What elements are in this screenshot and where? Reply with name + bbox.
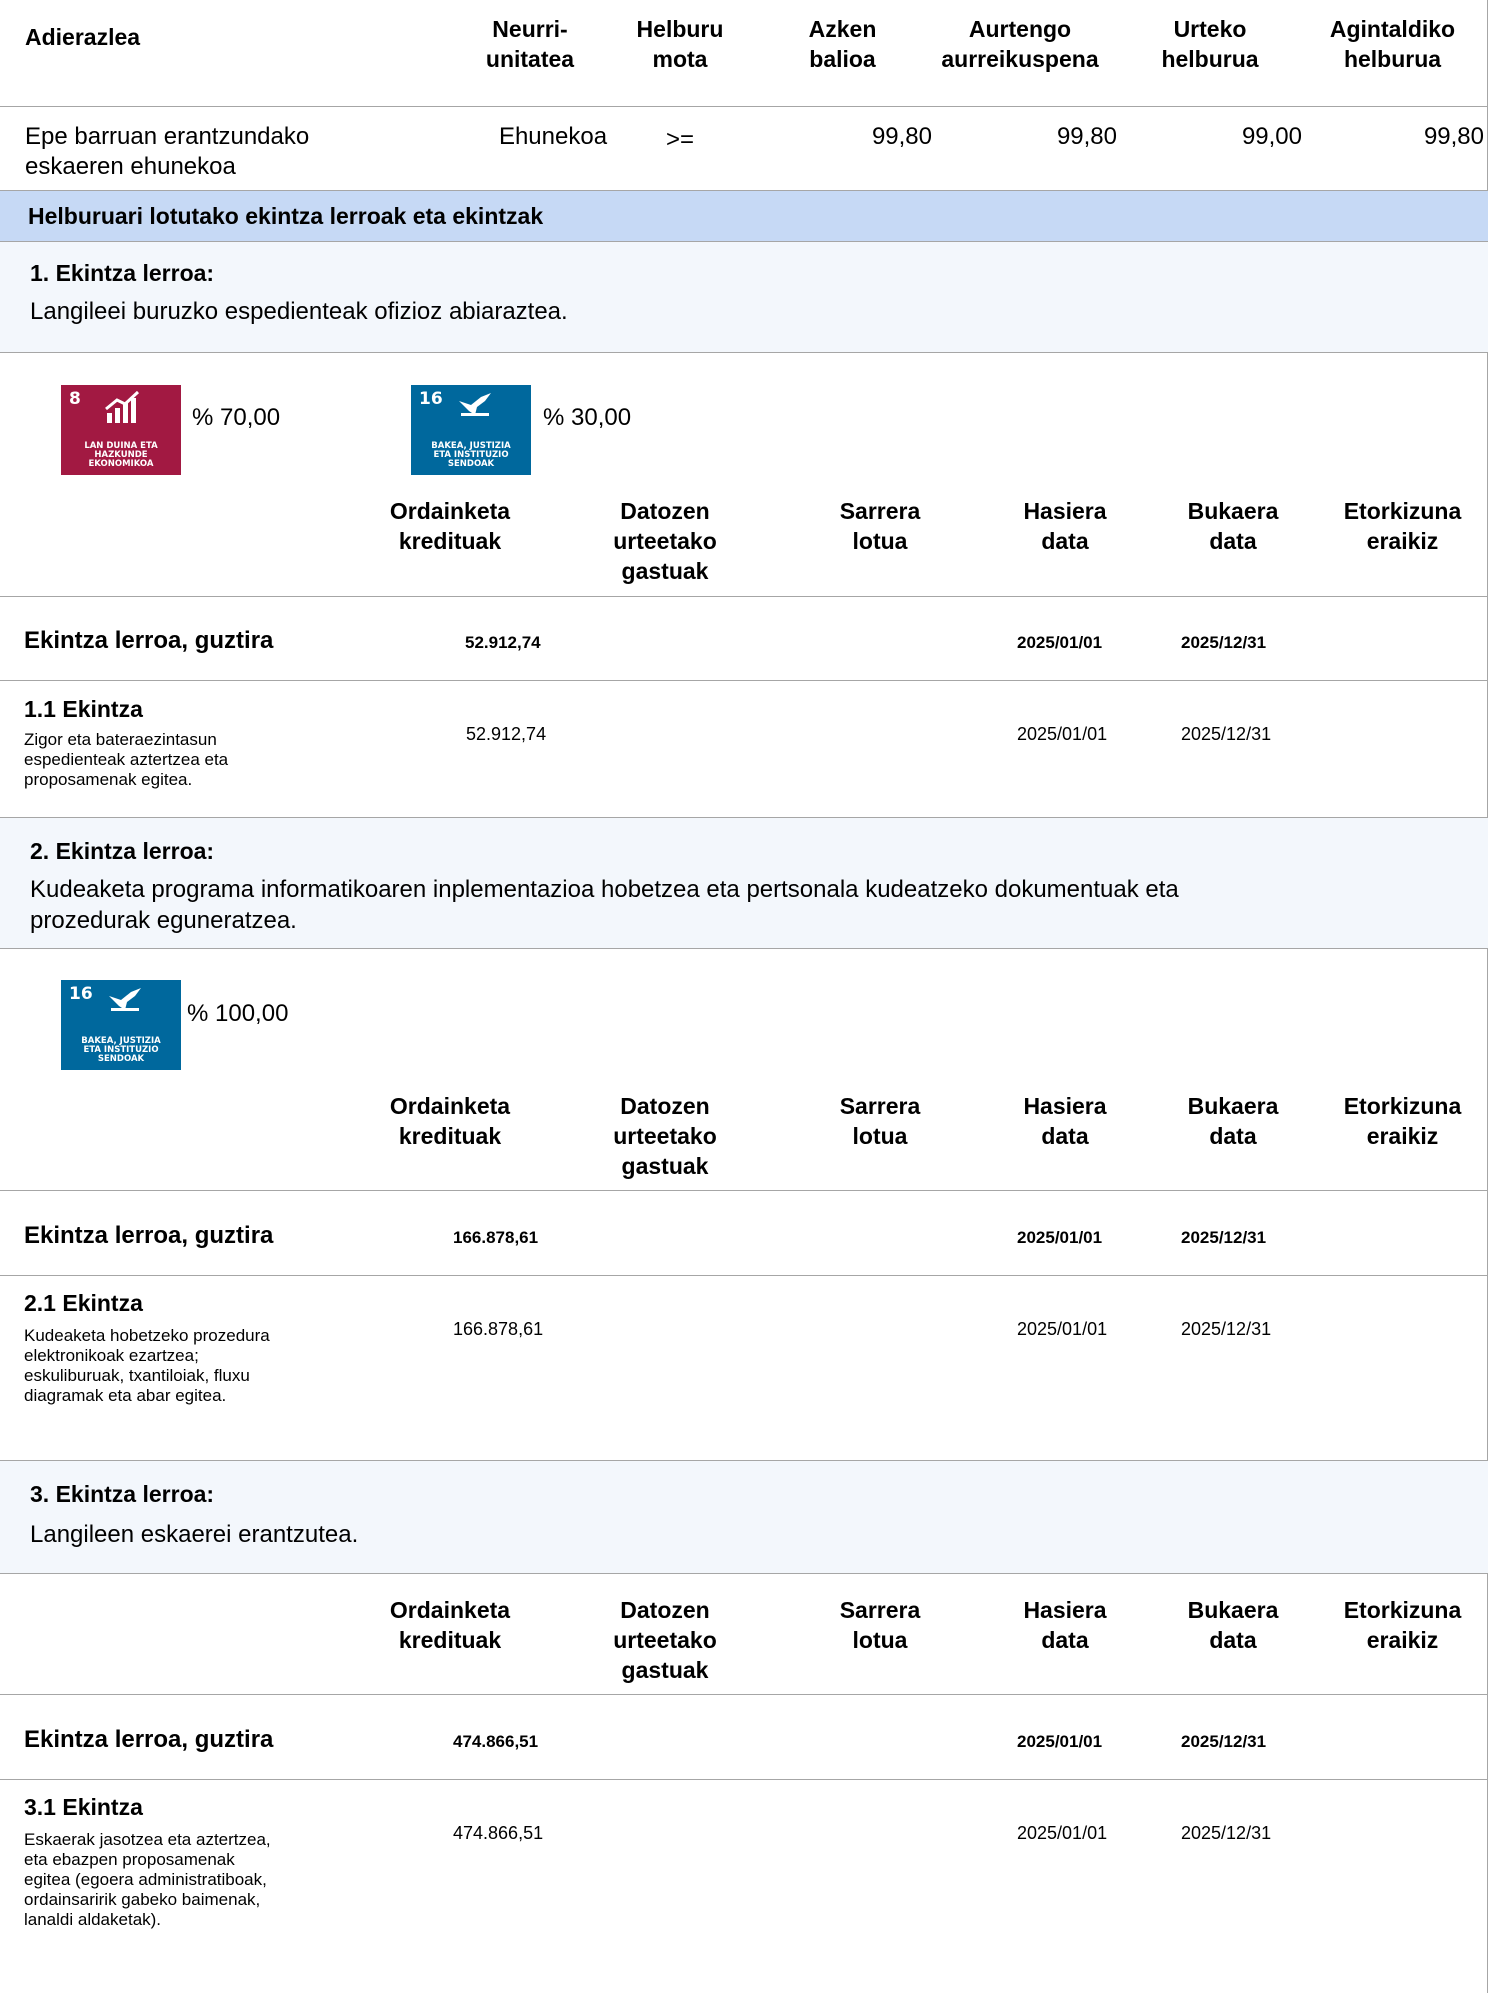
col-income-header: Sarrera lotua [839,498,921,554]
action-line-1-desc: Langileei buruzko espedienteak ofizioz a… [30,298,568,325]
line-total-label: Ekintza lerroa, guztira [24,1222,274,1249]
divider [0,680,1488,681]
col-last-header: Azken balioa [808,16,877,72]
col-start-header: Hasiera data [1023,498,1107,554]
sdg-goal-8-percentage: % 70,00 [192,404,281,431]
action-desc: Zigor eta bateraezintasun espedienteak az… [24,730,229,789]
action-end: 2025/12/31 [1181,724,1272,744]
col-term-header: Agintaldiko helburua [1329,16,1456,72]
line-total-label: Ekintza lerroa, guztira [24,627,274,654]
col-type-header: Helburu mota [636,16,724,72]
col-start-header: Hasiera data [1023,1093,1107,1149]
col-future-expenses-header: Datozen urteetako gastuak [613,1093,717,1179]
indicator-annual-target: 99,00 [1241,123,1302,150]
line-total-label: Ekintza lerroa, guztira [24,1726,274,1753]
action-desc: Kudeaketa hobetzeko prozedura elektroniko… [24,1326,270,1405]
col-credits-header: Ordainketa kredituak [389,498,511,554]
indicator-forecast: 99,80 [1056,123,1117,150]
action-title: 1.1 Ekintza [24,696,143,722]
col-future-build-header: Etorkizuna eraikiz [1343,498,1462,554]
line-total-credits: 166.878,61 [453,1228,539,1247]
action-title: 2.1 Ekintza [24,1290,143,1316]
action-start: 2025/01/01 [1017,1319,1108,1339]
action-line-2-desc: Kudeaketa programa informatikoaren inple… [30,876,1179,934]
action-line-2-header: 2. Ekintza lerroa: Kudeaketa programa in… [0,817,1488,949]
col-future-build-header: Etorkizuna eraikiz [1343,1093,1462,1149]
indicator-type: >= [665,126,695,153]
action-line-2-title: 2. Ekintza lerroa: [30,838,215,864]
divider [0,1779,1488,1780]
col-credits-header: Ordainketa kredituak [389,1597,511,1653]
line-total-start: 2025/01/01 [1017,1732,1103,1751]
indicator-name: Epe barruan erantzundako eskaeren ehuneko… [25,123,310,180]
col-future-expenses-header: Datozen urteetako gastuak [613,498,717,584]
line-total-end: 2025/12/31 [1181,633,1267,652]
divider [0,1275,1488,1276]
col-end-header: Bukaera data [1187,498,1279,554]
sdg-goal-16-percentage: % 100,00 [187,1000,289,1027]
action-line-3-desc: Langileen eskaerei erantzutea. [30,1521,359,1548]
action-line-3-title: 3. Ekintza lerroa: [30,1481,215,1507]
action-start: 2025/01/01 [1017,1823,1108,1843]
col-end-header: Bukaera data [1187,1597,1279,1653]
col-future-expenses-header: Datozen urteetako gastuak [613,1597,717,1683]
col-forecast-header: Aurtengo aurreikuspena [941,16,1099,72]
action-credits: 474.866,51 [453,1823,544,1843]
action-line-1-title: 1. Ekintza lerroa: [30,260,215,286]
line-total-end: 2025/12/31 [1181,1228,1267,1247]
action-end: 2025/12/31 [1181,1823,1272,1843]
line-total-credits: 52.912,74 [465,633,541,652]
action-desc: Eskaerak jasotzea eta aztertzea, eta ebaz… [24,1830,271,1929]
indicator-last-value: 99,80 [871,123,932,150]
divider [0,1190,1488,1191]
action-end: 2025/12/31 [1181,1319,1272,1339]
col-future-build-header: Etorkizuna eraikiz [1343,1597,1462,1653]
section-title: Helburuari lotutako ekintza lerroak eta … [28,203,544,229]
col-annual-header: Urteko helburua [1161,16,1259,72]
col-income-header: Sarrera lotua [839,1597,921,1653]
sdg-goal-16-icon: 16 BAKEA, JUSTIZIA ETA INSTITUZIO SENDOAK [61,980,181,1070]
action-credits: 166.878,61 [453,1319,544,1339]
sdg-goal-8-icon: 8 LAN DUINA ETA HAZKUNDE EKONOMIKOA [61,385,181,475]
action-credits: 52.912,74 [466,724,547,744]
divider [0,106,1488,107]
col-income-header: Sarrera lotua [839,1093,921,1149]
section-title-bar: Helburuari lotutako ekintza lerroak eta … [0,190,1488,242]
indicator-term-target: 99,80 [1423,123,1484,150]
sdg-goal-16-percentage: % 30,00 [543,404,632,431]
action-title: 3.1 Ekintza [24,1794,143,1820]
col-start-header: Hasiera data [1023,1597,1107,1653]
line-total-start: 2025/01/01 [1017,1228,1103,1247]
action-start: 2025/01/01 [1017,724,1108,744]
col-end-header: Bukaera data [1187,1093,1279,1149]
line-total-start: 2025/01/01 [1017,633,1103,652]
sdg-goal-16-icon: 16 BAKEA, JUSTIZIA ETA INSTITUZIO SENDOAK [411,385,531,475]
col-unit-header: Neurri-unitatea [485,16,575,72]
divider [0,1694,1488,1695]
divider [0,596,1488,597]
line-total-credits: 474.866,51 [453,1732,539,1751]
action-line-3-header: 3. Ekintza lerroa: Langileen eskaerei er… [0,1460,1488,1574]
action-line-1-header: 1. Ekintza lerroa: Langileei buruzko esp… [0,242,1488,353]
col-credits-header: Ordainketa kredituak [389,1093,511,1149]
col-indicator-header: Adierazlea [25,24,141,50]
line-total-end: 2025/12/31 [1181,1732,1267,1751]
